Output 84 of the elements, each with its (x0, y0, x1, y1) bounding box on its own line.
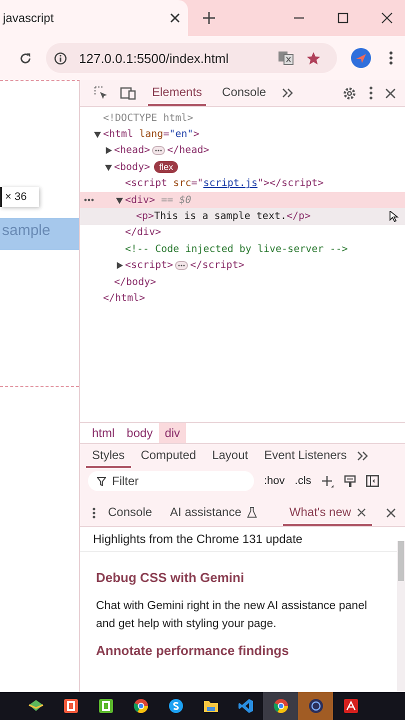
filter-field[interactable]: Filter (88, 471, 254, 491)
drawer-tab[interactable]: AI assistance (164, 500, 264, 526)
code-line: </script> (190, 260, 244, 272)
expand-arrow-icon[interactable] (105, 147, 112, 154)
expand-arrow-icon[interactable] (116, 262, 123, 270)
ellipsis-button[interactable] (175, 261, 188, 270)
filter-icon (97, 477, 106, 486)
devtools-tab[interactable]: Console (218, 80, 270, 106)
style-toggle[interactable]: .cls (294, 475, 312, 487)
styles-tab[interactable]: Layout (206, 444, 254, 468)
sidebar-icon[interactable] (366, 475, 380, 487)
drawer-tab[interactable]: Console (102, 500, 158, 526)
feature-heading: Annotate performance findings (96, 643, 290, 658)
code-line: </body> (114, 276, 156, 288)
star-icon[interactable] (306, 50, 321, 66)
style-toggle[interactable]: :hov (264, 475, 285, 487)
translate-icon[interactable] (278, 51, 294, 65)
feature-description: Chat with Gemini right in the new AI assistance panel and get help with styling your page. (96, 599, 368, 632)
code-line: </html> (103, 292, 146, 304)
code-line: <script> (125, 260, 174, 272)
more-icon[interactable] (84, 198, 94, 202)
app-icon (342, 698, 358, 714)
code-line: <div> == $0 (125, 194, 192, 206)
address-bar[interactable]: 127.0.0.1:5500/index.html (46, 43, 337, 73)
reload-icon[interactable] (19, 52, 32, 64)
app-icon (308, 698, 324, 714)
menu-icon[interactable] (369, 86, 373, 100)
drawer-tab[interactable]: What's new (283, 500, 372, 526)
app-icon (202, 698, 218, 714)
expand-arrow-icon[interactable] (94, 131, 101, 138)
breadcrumb-item[interactable]: body (120, 423, 159, 443)
app-icon (168, 698, 184, 714)
expand-arrow-icon[interactable] (116, 196, 123, 204)
more-tabs-icon[interactable] (282, 88, 294, 98)
inspect-icon[interactable] (94, 86, 108, 100)
code-line: <!-- Code injected by live-server --> (125, 244, 348, 255)
code-line: </head> (167, 145, 210, 156)
add-rule-icon[interactable] (321, 474, 334, 488)
menu-icon[interactable] (389, 51, 393, 65)
avatar-icon[interactable] (351, 48, 371, 68)
app-icon (28, 698, 44, 714)
size-tooltip: × 36 (0, 187, 39, 207)
new-tab-icon[interactable] (203, 12, 215, 24)
feature-heading: Debug CSS with Gemini (96, 570, 246, 585)
highlighted-element: sample (0, 218, 79, 250)
flask-icon (247, 506, 258, 518)
code-line: <script src="script.js"></script> (125, 178, 324, 190)
close-icon[interactable] (386, 508, 396, 518)
more-tabs-icon[interactable] (356, 451, 369, 461)
close-icon[interactable] (170, 13, 180, 23)
breadcrumb-item[interactable]: html (86, 423, 121, 443)
close-icon[interactable] (385, 88, 396, 98)
app-icon (132, 698, 148, 714)
app-icon (272, 698, 288, 714)
dom-node-row[interactable]: <div> == $0 (80, 192, 405, 208)
maximize-icon[interactable] (337, 12, 349, 24)
scrollbar[interactable] (397, 541, 405, 692)
settings-icon[interactable] (342, 86, 357, 100)
close-icon[interactable] (381, 12, 393, 24)
styles-tab[interactable]: Computed (134, 444, 202, 468)
tab-title: javascript (3, 11, 55, 25)
paint-icon[interactable] (344, 474, 356, 488)
close-icon[interactable] (357, 508, 366, 516)
dom-node-row[interactable]: <p>This is a sample text.</p> (80, 208, 405, 225)
browser-tab[interactable]: javascript (0, 0, 188, 36)
flex-badge[interactable]: flex (154, 161, 178, 174)
expand-arrow-icon[interactable] (105, 164, 112, 171)
info-icon[interactable] (54, 52, 67, 64)
cursor-icon (389, 211, 399, 222)
code-line: <p>This is a sample text.</p> (136, 211, 311, 222)
styles-tab[interactable]: Event Listeners (258, 444, 353, 468)
code-line: <head> (114, 145, 150, 156)
device-toolbar-icon[interactable] (120, 86, 136, 100)
url-text: 127.0.0.1:5500/index.html (79, 50, 229, 66)
ellipsis-button[interactable] (152, 146, 166, 156)
code-line: <body> (114, 162, 150, 173)
app-icon (238, 698, 254, 714)
code-line: <!DOCTYPE html> (103, 112, 194, 124)
code-line: <html lang="en"> (103, 129, 200, 140)
menu-icon[interactable] (92, 507, 96, 519)
breadcrumb-item[interactable]: div (158, 423, 186, 443)
taskbar-app[interactable] (263, 692, 298, 720)
code-line: </div> (125, 227, 162, 238)
devtools-tab[interactable]: Elements (148, 80, 206, 106)
